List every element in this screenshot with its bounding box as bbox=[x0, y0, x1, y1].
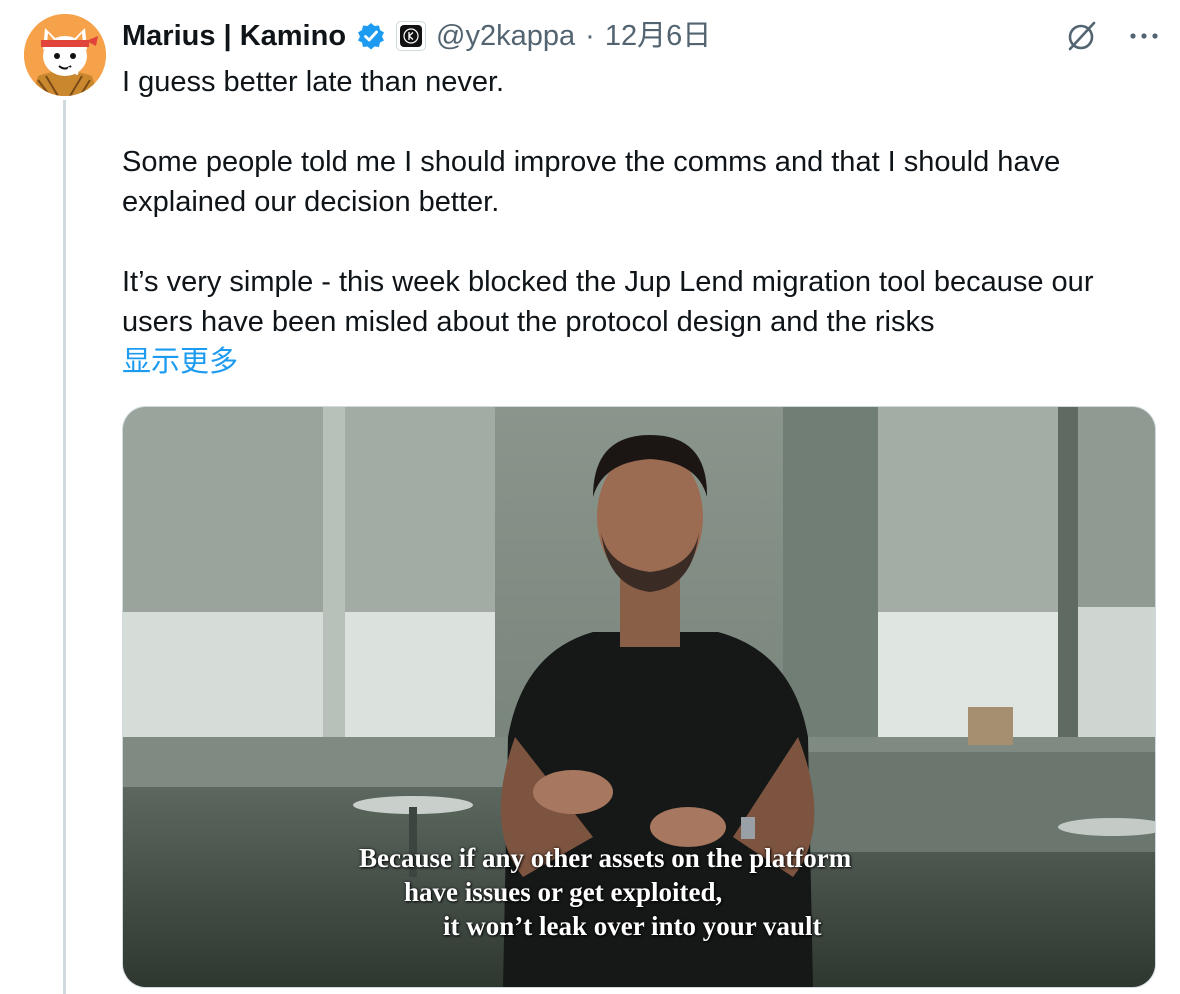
handle[interactable]: @y2kappa bbox=[436, 14, 575, 58]
grok-icon[interactable] bbox=[1064, 18, 1100, 54]
more-options-icon[interactable] bbox=[1128, 30, 1160, 42]
subtitle-line: have issues or get exploited, bbox=[404, 877, 723, 907]
verified-badge-icon bbox=[356, 21, 386, 51]
tweet-paragraph: Some people told me I should improve the… bbox=[122, 146, 1061, 218]
header-actions bbox=[1064, 14, 1160, 58]
tweet-paragraph: It’s very simple - this week blocked the… bbox=[122, 266, 1094, 338]
tweet-paragraph: I guess better late than never. bbox=[122, 66, 505, 98]
separator-dot: · bbox=[585, 20, 595, 52]
tweet-date[interactable]: 12月6日 bbox=[605, 14, 711, 58]
tweet: Marius | Kamino @y2kappa · 12月6日 I guess… bbox=[0, 0, 1180, 994]
subtitle-line: it won’t leak over into your vault bbox=[443, 911, 822, 941]
avatar[interactable] bbox=[24, 14, 106, 96]
tweet-header: Marius | Kamino @y2kappa · 12月6日 bbox=[122, 14, 1160, 58]
tweet-text: I guess better late than never. Some peo… bbox=[122, 62, 1172, 382]
show-more-link[interactable]: 显示更多 bbox=[122, 342, 238, 382]
video-subtitles: Because if any other assets on the platf… bbox=[123, 407, 1155, 987]
tweet-video[interactable]: Because if any other assets on the platf… bbox=[122, 406, 1156, 988]
display-name[interactable]: Marius | Kamino bbox=[122, 14, 346, 58]
subtitle-line: Because if any other assets on the platf… bbox=[359, 843, 852, 873]
kamino-affiliate-badge-icon[interactable] bbox=[396, 21, 427, 51]
thread-line bbox=[63, 100, 66, 994]
